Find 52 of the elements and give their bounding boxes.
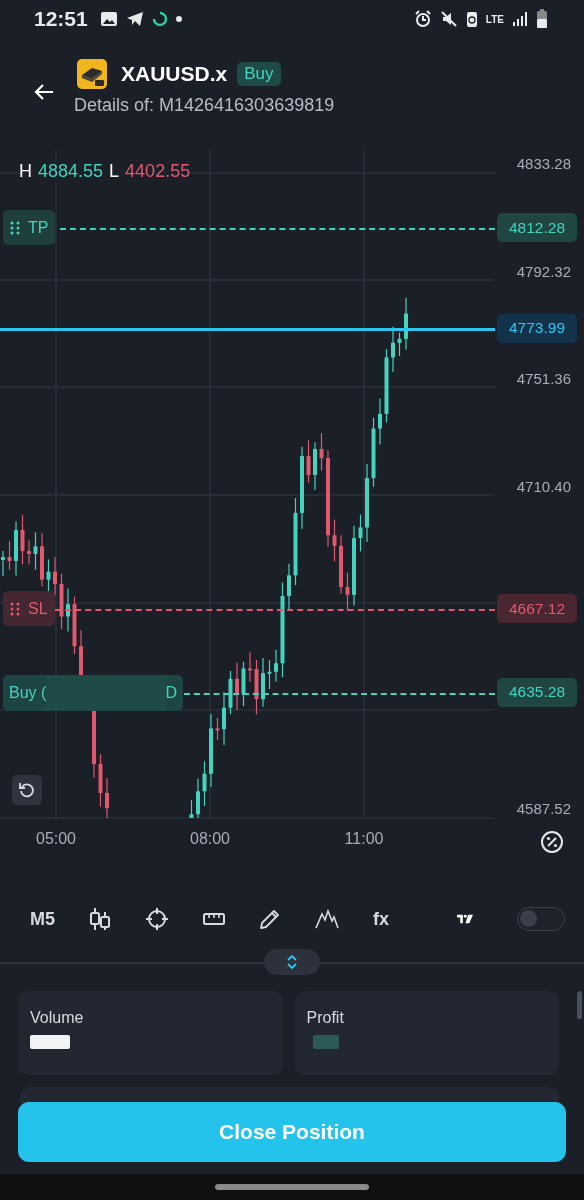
price-tag: 4812.28 xyxy=(497,213,577,243)
tp-handle[interactable]: TP xyxy=(3,210,56,246)
clock: 12:51 xyxy=(34,7,88,31)
card-label: Profit xyxy=(306,1009,345,1027)
time-tick: 11:00 xyxy=(344,830,384,848)
symbol-title: XAUUSD.x xyxy=(121,61,228,86)
image-icon xyxy=(99,11,118,27)
price-tag: 4635.28 xyxy=(497,677,577,707)
ingot-icon xyxy=(77,58,107,89)
price-tick: 4833.28 xyxy=(516,155,571,172)
battery-icon xyxy=(536,9,548,29)
battery-saver-icon xyxy=(465,10,478,28)
position-details: Details of: M1426416303639819 xyxy=(74,94,335,116)
mute-icon xyxy=(439,10,458,28)
side-tag: Buy xyxy=(237,61,281,86)
reset-button[interactable] xyxy=(12,775,42,805)
card-label: Volume xyxy=(30,1009,85,1027)
entry-label-text: D xyxy=(165,683,177,702)
entry-label-text: Buy ( xyxy=(9,683,47,702)
ruler-icon[interactable] xyxy=(203,912,225,926)
high-value: 4884.55 xyxy=(38,161,104,182)
low-value: 4402.55 xyxy=(125,161,191,182)
candles-icon[interactable] xyxy=(89,907,111,931)
paper-plane-icon xyxy=(125,11,144,27)
price-tick: 4751.36 xyxy=(516,370,571,387)
resize-handle[interactable] xyxy=(264,949,320,975)
network-type: LTE xyxy=(485,13,504,25)
sl-handle[interactable]: SL xyxy=(3,591,55,627)
redaction-mark xyxy=(312,1035,339,1049)
price-tick: 4710.40 xyxy=(516,477,571,495)
price-tag: 4773.99 xyxy=(497,313,577,343)
signal-icon xyxy=(512,11,528,27)
percent-icon[interactable] xyxy=(540,830,564,854)
high-label: H xyxy=(19,161,32,182)
price-tick: 4587.52 xyxy=(516,800,571,817)
alarm-icon xyxy=(413,10,432,28)
chart-toggle[interactable] xyxy=(517,907,565,931)
redaction-mark xyxy=(30,1035,70,1049)
loading-icon xyxy=(151,11,168,27)
price-tick: 4792.32 xyxy=(516,262,571,280)
dot-icon xyxy=(175,16,182,22)
rotate-icon xyxy=(18,781,36,799)
toolbar-button[interactable]: M5 xyxy=(30,908,55,930)
time-tick: 08:00 xyxy=(190,830,230,848)
scrollbar xyxy=(577,991,582,1019)
mountain-line-icon[interactable] xyxy=(315,909,339,929)
price-tag: 4667.12 xyxy=(497,594,577,624)
pencil-icon[interactable] xyxy=(259,908,281,930)
time-tick: 05:00 xyxy=(36,830,76,848)
toolbar-button[interactable]: fx xyxy=(373,908,390,930)
low-label: L xyxy=(109,161,120,182)
crosshair-icon[interactable] xyxy=(145,907,169,931)
